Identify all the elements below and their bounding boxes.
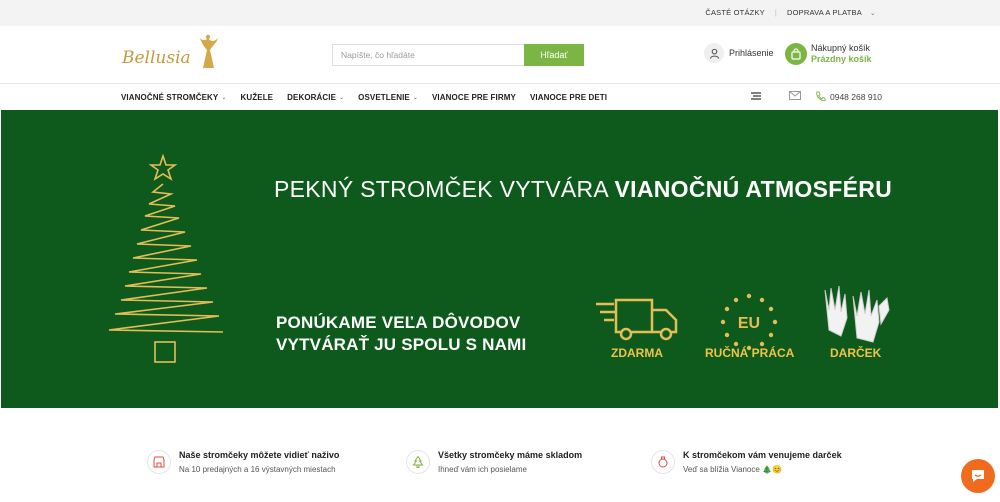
nav-label: OSVETLENIE (358, 93, 410, 102)
cart-link[interactable]: Nákupný košík Prázdny košík (785, 43, 872, 65)
nav-label: VIANOČNÉ STROMČEKY (121, 93, 219, 102)
tree-icon (406, 450, 430, 474)
top-utility-bar: ČASTÉ OTÁZKY | DOPRAVA A PLATBA ⌄ (0, 0, 1000, 26)
top-links-separator: | (774, 8, 778, 17)
eu-stars-icon: EU (720, 293, 778, 351)
nav-label: VIANOCE PRE FIRMY (432, 93, 516, 102)
delivery-truck-icon (596, 298, 678, 341)
user-icon (704, 43, 724, 63)
chevron-down-icon: ⌄ (412, 95, 418, 101)
search-input[interactable] (332, 44, 524, 66)
headline-plain: PEKNÝ STROMČEK VYTVÁRA (274, 176, 615, 202)
login-label: Prihlásenie (729, 48, 774, 58)
hamburger-icon[interactable] (751, 91, 761, 102)
cart-title: Nákupný košík (811, 43, 871, 53)
headline-bold: VIANOČNÚ ATMOSFÉRU (614, 176, 893, 202)
benefit-title: Všetky stromčeky máme skladom (438, 450, 583, 460)
cart-status: Prázdny košík (811, 54, 872, 64)
phone-link[interactable]: 0948 268 910 (815, 91, 882, 102)
phone-number: 0948 268 910 (830, 91, 882, 102)
main-navigation: VIANOČNÉ STROMČEKY ⌄ KUŽELE DEKORÁCIE ⌄ OS… (0, 84, 1000, 110)
store-icon (147, 450, 171, 474)
benefit-live-view: Naše stromčeky môžete vidieť naživo Na 1… (147, 450, 339, 474)
chevron-down-icon: ⌄ (221, 95, 227, 101)
benefit-gift: K stromčekom vám venujeme darček Veď sa … (651, 450, 842, 474)
feature-handmade-label: RUČNÁ PRÁCA (705, 346, 795, 360)
faq-link[interactable]: ČASTÉ OTÁZKY (705, 8, 765, 17)
nav-label: DEKORÁCIE (287, 93, 337, 102)
white-gloves-icon (824, 285, 890, 343)
nav-item-lighting[interactable]: OSVETLENIE ⌄ (358, 93, 418, 102)
phone-icon (816, 91, 826, 102)
chat-button[interactable] (961, 459, 995, 493)
chat-icon (972, 470, 984, 482)
feature-free-label: ZDARMA (611, 346, 663, 360)
benefit-title: K stromčekom vám venujeme darček (683, 450, 842, 460)
nav-item-christmas-trees[interactable]: VIANOČNÉ STROMČEKY ⌄ (121, 93, 227, 102)
logo[interactable]: Bellusia (120, 34, 220, 74)
benefit-subtitle: Ihneď vám ich posielame (438, 465, 527, 474)
banner-headline: PEKNÝ STROMČEK VYTVÁRA VIANOČNÚ ATMOSFÉR… (274, 176, 892, 203)
nav-item-cones[interactable]: KUŽELE (241, 93, 274, 102)
search-button[interactable]: Hľadať (524, 44, 584, 66)
nav-item-decorations[interactable]: DEKORÁCIE ⌄ (287, 93, 344, 102)
benefit-subtitle: Veď sa blížia Vianoce 🎄😊 (683, 465, 782, 474)
benefit-title: Naše stromčeky môžete vidieť naživo (179, 450, 340, 460)
feature-gift-label: DARČEK (830, 346, 882, 360)
search-bar: Hľadať (332, 44, 584, 66)
benefit-subtitle: Na 10 predajných a 16 výstavných miestac… (179, 465, 336, 474)
banner-subheadline: PONÚKAME VEĽA DÔVODOV VYTVÁRAŤ JU SPOLU … (276, 312, 526, 356)
mail-icon[interactable] (789, 91, 801, 102)
nav-item-for-kids[interactable]: VIANOCE PRE DETI (530, 93, 607, 102)
hero-banner[interactable]: PEKNÝ STROMČEK VYTVÁRA VIANOČNÚ ATMOSFÉR… (1, 110, 998, 408)
chevron-down-icon: ⌄ (339, 95, 345, 101)
nav-label: VIANOCE PRE DETI (529, 93, 608, 102)
subheadline-line-1: PONÚKAME VEĽA DÔVODOV (276, 313, 521, 332)
nav-item-for-companies[interactable]: VIANOCE PRE FIRMY (432, 93, 516, 102)
eu-text: EU (738, 315, 760, 332)
angel-logo-icon (199, 34, 218, 68)
nav-label: KUŽELE (240, 93, 274, 102)
login-link[interactable]: Prihlásenie (704, 43, 774, 63)
ornament-icon (651, 450, 675, 474)
subheadline-line-2: VYTVÁRAŤ JU SPOLU S NAMI (276, 335, 527, 354)
shopping-bag-icon (785, 43, 807, 65)
site-header: Bellusia Hľadať Prihlásenie Nákupný koší… (0, 26, 1000, 84)
chevron-down-icon[interactable]: ⌄ (870, 9, 876, 17)
benefit-in-stock: Všetky stromčeky máme skladom Ihneď vám … (406, 450, 582, 474)
shipping-link[interactable]: DOPRAVA A PLATBA (787, 8, 862, 17)
christmas-tree-icon (108, 154, 224, 363)
top-links: ČASTÉ OTÁZKY | DOPRAVA A PLATBA ⌄ (705, 8, 876, 17)
logo-text: Bellusia (122, 48, 191, 68)
